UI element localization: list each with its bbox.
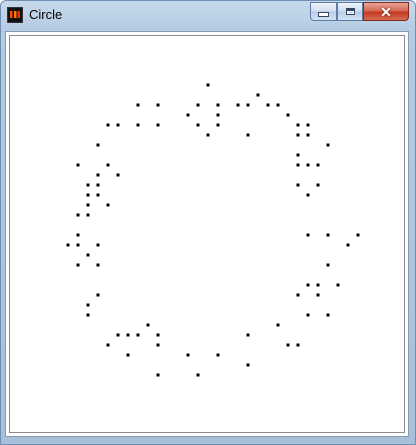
scatter-point (296, 343, 300, 347)
scatter-point (316, 163, 320, 167)
scatter-point (316, 293, 320, 297)
scatter-point (116, 123, 120, 127)
scatter-point (296, 163, 300, 167)
scatter-point (136, 123, 140, 127)
scatter-point (96, 243, 100, 247)
scatter-point (186, 113, 190, 117)
scatter-point (136, 103, 140, 107)
scatter-point (296, 183, 300, 187)
scatter-point (136, 333, 140, 337)
scatter-point (106, 203, 110, 207)
scatter-point (96, 183, 100, 187)
scatter-point (286, 343, 290, 347)
scatter-point (216, 113, 220, 117)
scatter-point (306, 123, 310, 127)
scatter-point (296, 293, 300, 297)
scatter-point (106, 343, 110, 347)
scatter-point (196, 103, 200, 107)
scatter-point (256, 93, 260, 97)
scatter-point (306, 193, 310, 197)
scatter-point (116, 173, 120, 177)
title-bar[interactable]: Circle ✕ (1, 1, 415, 31)
scatter-point (336, 283, 340, 287)
scatter-point (156, 333, 160, 337)
scatter-point (196, 373, 200, 377)
scatter-point (326, 143, 330, 147)
scatter-point (316, 283, 320, 287)
scatter-plot (66, 83, 360, 377)
maximize-button[interactable] (337, 2, 363, 21)
scatter-point (126, 333, 130, 337)
scatter-point (306, 313, 310, 317)
scatter-point (76, 163, 80, 167)
client-area (5, 31, 409, 437)
scatter-point (246, 333, 250, 337)
scatter-point (96, 263, 100, 267)
scatter-point (246, 363, 250, 367)
scatter-point (216, 103, 220, 107)
scatter-point (186, 353, 190, 357)
scatter-point (236, 103, 240, 107)
scatter-point (306, 133, 310, 137)
scatter-point (156, 343, 160, 347)
close-icon: ✕ (380, 3, 392, 20)
minimize-button[interactable] (310, 2, 337, 21)
scatter-point (276, 323, 280, 327)
scatter-point (206, 83, 210, 87)
scatter-point (106, 163, 110, 167)
scatter-point (296, 123, 300, 127)
scatter-point (96, 293, 100, 297)
scatter-point (206, 133, 210, 137)
scatter-point (216, 353, 220, 357)
scatter-point (196, 123, 200, 127)
scatter-point (96, 173, 100, 177)
scatter-point (116, 333, 120, 337)
scatter-point (86, 253, 90, 257)
app-window: Circle ✕ (0, 0, 416, 445)
scatter-point (216, 123, 220, 127)
app-icon[interactable] (7, 7, 23, 23)
scatter-point (316, 183, 320, 187)
scatter-point (156, 123, 160, 127)
scatter-point (76, 213, 80, 217)
scatter-point (346, 243, 350, 247)
scatter-point (86, 203, 90, 207)
scatter-point (86, 303, 90, 307)
minimize-icon (318, 12, 329, 17)
scatter-point (306, 233, 310, 237)
scatter-point (356, 233, 360, 237)
maximize-icon (345, 8, 355, 15)
drawing-canvas (9, 35, 405, 433)
scatter-point (156, 373, 160, 377)
scatter-point (246, 103, 250, 107)
scatter-point (146, 323, 150, 327)
scatter-point (246, 133, 250, 137)
scatter-point (96, 193, 100, 197)
scatter-point (286, 113, 290, 117)
scatter-point (76, 233, 80, 237)
scatter-point (96, 143, 100, 147)
scatter-point (106, 123, 110, 127)
scatter-point (326, 313, 330, 317)
scatter-point (66, 243, 70, 247)
scatter-point (76, 263, 80, 267)
scatter-point (306, 163, 310, 167)
scatter-point (326, 233, 330, 237)
scatter-point (296, 133, 300, 137)
scatter-point (86, 183, 90, 187)
scatter-point (86, 313, 90, 317)
close-button[interactable]: ✕ (363, 2, 409, 21)
scatter-point (276, 103, 280, 107)
scatter-point (326, 263, 330, 267)
scatter-point (126, 353, 130, 357)
scatter-point (296, 153, 300, 157)
scatter-point (86, 193, 90, 197)
scatter-point (266, 103, 270, 107)
scatter-point (156, 103, 160, 107)
scatter-point (76, 243, 80, 247)
scatter-point (306, 283, 310, 287)
scatter-point (86, 213, 90, 217)
window-title: Circle (29, 7, 63, 22)
